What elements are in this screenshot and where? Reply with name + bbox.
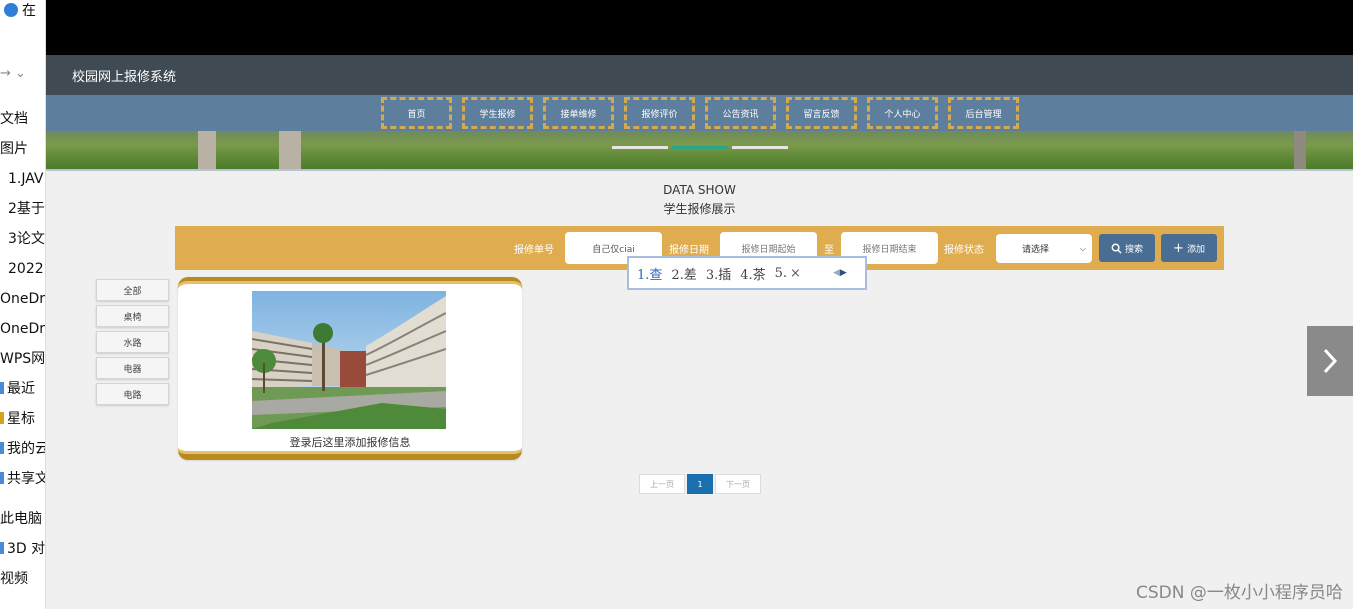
section-title-en: DATA SHOW [663,183,736,197]
chevron-right-icon [1323,348,1338,374]
banner-divider [46,169,1353,171]
nav-student-repair[interactable]: 学生报修 [462,97,533,129]
date-to-label: 至 [824,245,834,256]
explorer-item[interactable]: 2基于 [0,194,45,224]
explorer-item[interactable]: OneDr [0,284,45,314]
carousel-indicators [612,146,788,149]
explorer-item[interactable]: 3论文 [0,224,45,254]
browser-top-bar [46,0,1353,55]
order-number-label: 报修单号 [514,245,554,256]
carousel-dot-active[interactable] [672,146,728,149]
ime-candidate[interactable]: 2.差 [671,264,696,283]
explorer-top-label: 在 [22,3,36,19]
main-nav: 首页 学生报修 接单维修 报修评价 公告资讯 留言反馈 个人中心 后台管理 [381,97,1019,129]
repair-card[interactable]: 登录后这里添加报修信息 [178,277,522,460]
explorer-item[interactable]: 文档 [0,104,45,134]
file-explorer-pane: 在 → ⌄ 文档 图片 1.JAV 2基于 3论文 2022 OneDr One… [0,0,46,609]
ime-candidate[interactable]: 5. [775,266,787,281]
ime-candidate[interactable]: 1.查 [637,264,662,283]
explorer-item[interactable]: 1.JAV [0,164,45,194]
nav-admin[interactable]: 后台管理 [948,97,1019,129]
app-window: 校园网上报修系统 首页 学生报修 接单维修 报修评价 公告资讯 留言反馈 个人中… [46,0,1353,609]
explorer-nav-arrows[interactable]: → ⌄ [0,66,26,81]
tree-trunk-image [198,131,216,169]
ime-candidate[interactable]: 3.插 [706,264,731,283]
ime-candidate[interactable]: 4.茶 [740,264,765,283]
explorer-item[interactable]: 2022 [0,254,45,284]
search-button[interactable]: 搜索 [1099,234,1155,262]
explorer-item[interactable]: WPS网 [0,344,45,374]
category-plumbing[interactable]: 水路 [96,331,169,353]
explorer-item[interactable]: 图片 [0,134,45,164]
nav-home[interactable]: 首页 [381,97,452,129]
explorer-top-item[interactable]: 在 [4,0,36,20]
watermark: CSDN @一枚小小程序员哈 [1136,583,1343,603]
card-caption: 登录后这里添加报修信息 [289,436,411,449]
nav-announcements[interactable]: 公告资讯 [705,97,776,129]
search-icon [1111,243,1122,254]
carousel-next-button[interactable] [1307,326,1353,396]
category-furniture[interactable]: 桌椅 [96,305,169,327]
carousel-dot[interactable] [732,146,788,149]
explorer-item[interactable]: 最近 [0,374,45,404]
add-button[interactable]: + 添加 [1161,234,1217,262]
category-appliance[interactable]: 电器 [96,357,169,379]
campus-building-image [252,291,446,429]
section-title-cn: 学生报修展示 [663,202,736,216]
page-number-current[interactable]: 1 [687,474,713,494]
explorer-item[interactable]: 星标 [0,404,45,434]
site-header: 校园网上报修系统 [46,55,1353,95]
nav-user-center[interactable]: 个人中心 [867,97,938,129]
category-list: 全部 桌椅 水路 电器 电路 [96,279,169,409]
chevron-down-icon: ⌵ [1079,244,1086,253]
pagination: 上一页 1 下一页 [639,474,761,494]
explorer-item[interactable]: 共享文 [0,464,45,494]
status-select-value: 请选择 [1022,245,1050,255]
nav-feedback[interactable]: 留言反馈 [786,97,857,129]
nav-repair-review[interactable]: 报修评价 [624,97,695,129]
explorer-nav-list: 文档 图片 1.JAV 2基于 3论文 2022 OneDr OneDr WPS… [0,104,45,594]
repair-date-label: 报修日期 [669,245,709,256]
tree-trunk-image [279,131,301,169]
plus-icon: + [1173,240,1184,256]
category-electric-circuit[interactable]: 电路 [96,383,169,405]
tree-trunk-image [1294,131,1306,169]
explorer-spacer [0,494,45,504]
ime-candidate-popup: 1.查 2.差 3.插 4.茶 5. × ◀▶ [627,256,867,290]
repair-status-label: 报修状态 [944,245,984,256]
add-button-label: 添加 [1186,244,1205,255]
next-page-button[interactable]: 下一页 [715,474,761,494]
ime-page-arrows[interactable]: ◀▶ [833,268,847,278]
explorer-item[interactable]: OneDr [0,314,45,344]
nav-accept-repair[interactable]: 接单维修 [543,97,614,129]
folder-icon [4,3,18,17]
close-icon[interactable]: × [790,266,801,281]
site-title: 校园网上报修系统 [72,70,177,85]
prev-page-button[interactable]: 上一页 [639,474,685,494]
explorer-item[interactable]: 我的云 [0,434,45,464]
carousel-dot[interactable] [612,146,668,149]
banner: 首页 学生报修 接单维修 报修评价 公告资讯 留言反馈 个人中心 后台管理 [46,95,1353,169]
status-select[interactable]: 请选择 ⌵ [996,234,1092,263]
explorer-item[interactable]: 此电脑 [0,504,45,534]
explorer-item[interactable]: 3D 对 [0,534,45,564]
search-button-label: 搜索 [1124,244,1143,255]
category-all[interactable]: 全部 [96,279,169,301]
explorer-item[interactable]: 视频 [0,564,45,594]
